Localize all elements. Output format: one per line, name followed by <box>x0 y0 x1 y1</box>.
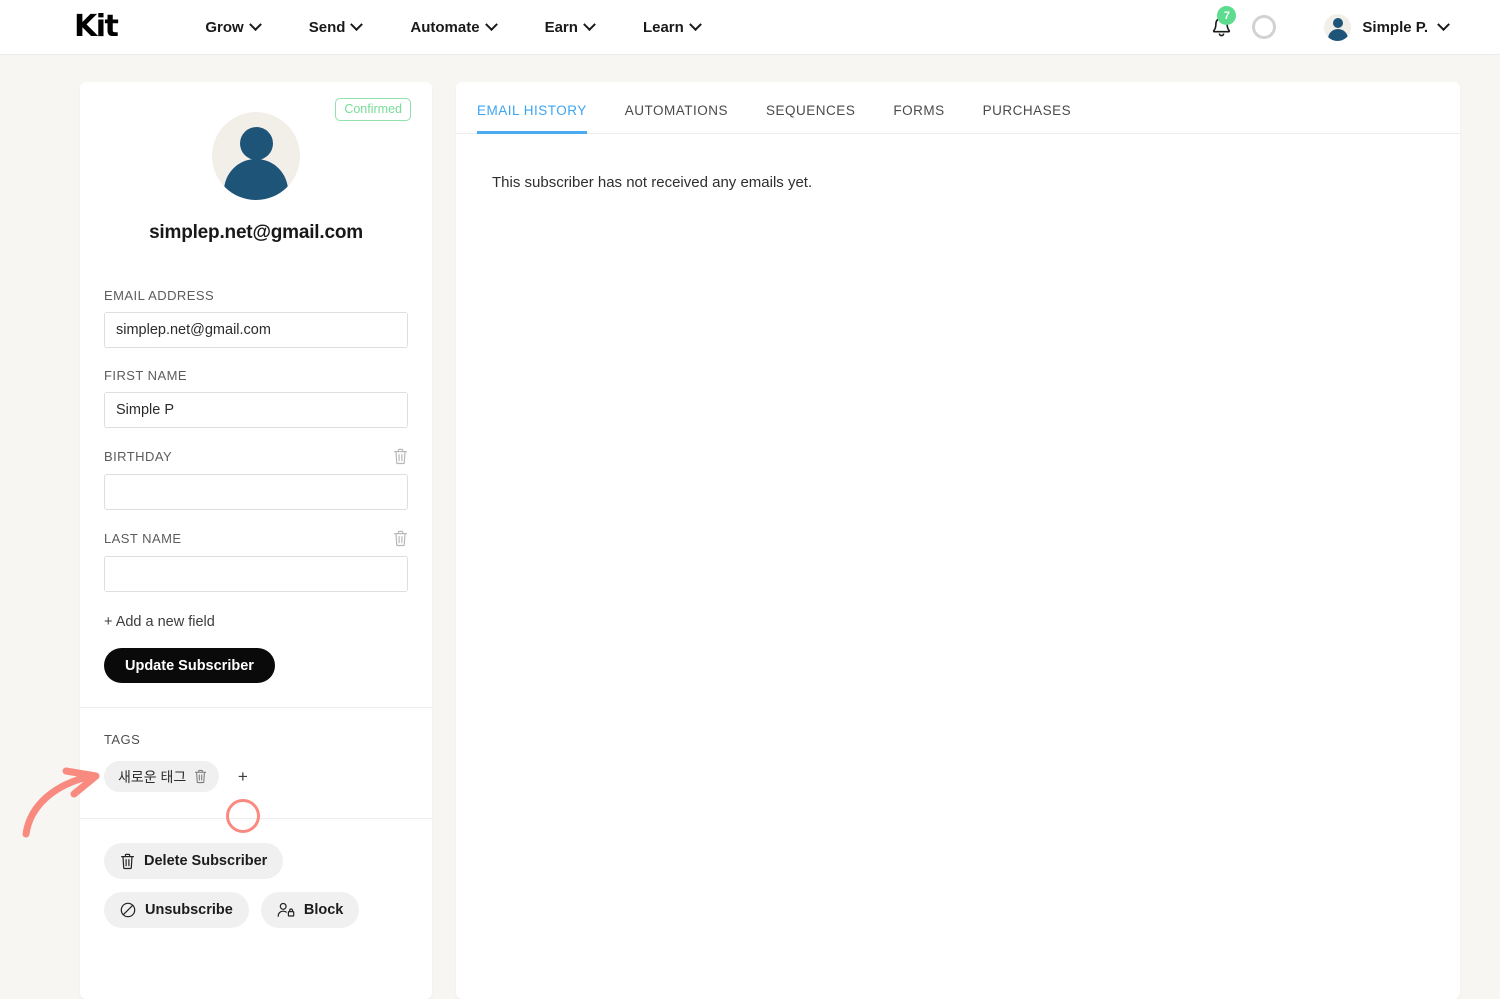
tab-purchases[interactable]: PURCHASES <box>983 103 1072 134</box>
tab-forms[interactable]: FORMS <box>893 103 944 134</box>
field-first-name: FIRST NAME <box>104 368 408 428</box>
action-label: Block <box>303 902 344 918</box>
field-email-address: EMAIL ADDRESS <box>104 288 408 348</box>
field-birthday: BIRTHDAY <box>104 448 408 510</box>
field-label-row: LAST NAME <box>104 530 408 547</box>
subscriber-detail-card: Confirmed simplep.net@gmail.com EMAIL AD… <box>80 82 432 999</box>
field-label: LAST NAME <box>104 531 182 546</box>
subscriber-fields-form: EMAIL ADDRESS FIRST NAME BIRTHDAY <box>80 252 432 707</box>
progress-ring-icon[interactable] <box>1252 15 1277 39</box>
delete-birthday-field-button[interactable] <box>393 448 408 465</box>
ban-icon <box>120 902 136 918</box>
tab-sequences[interactable]: SEQUENCES <box>766 103 855 134</box>
subscriber-avatar <box>212 112 300 200</box>
user-menu-label: Simple P. <box>1362 18 1428 36</box>
tab-email-history[interactable]: EMAIL HISTORY <box>477 103 587 134</box>
nav-item-label: Earn <box>544 18 578 36</box>
nav-item-earn[interactable]: Earn <box>544 17 596 36</box>
email-address-input[interactable] <box>104 312 408 348</box>
action-label: Delete Subscriber <box>144 853 268 869</box>
user-block-icon <box>277 902 295 917</box>
tags-section: TAGS 새로운 태그 + <box>80 708 432 818</box>
tag-label: 새로운 태그 <box>118 768 187 785</box>
main-menu: Grow Send Automate Earn Learn <box>205 17 702 36</box>
tag-item[interactable]: 새로운 태그 <box>104 761 220 792</box>
chevron-down-icon <box>248 17 262 31</box>
chevron-down-icon <box>484 17 498 31</box>
delete-last-name-field-button[interactable] <box>393 530 408 547</box>
field-label: BIRTHDAY <box>104 449 173 464</box>
last-name-input[interactable] <box>104 556 408 592</box>
empty-state-message: This subscriber has not received any ema… <box>492 174 813 191</box>
nav-item-grow[interactable]: Grow <box>205 17 262 36</box>
page-title: simplep.net@gmail.com <box>149 222 363 243</box>
avatar-body <box>224 159 288 200</box>
notification-badge: 7 <box>1217 6 1237 25</box>
nav-item-learn[interactable]: Learn <box>642 17 702 36</box>
trash-icon <box>394 530 407 547</box>
nav-item-label: Learn <box>642 18 684 36</box>
chevron-down-icon <box>583 17 596 31</box>
add-tag-button[interactable]: + <box>230 764 255 789</box>
subscriber-profile-section: Confirmed simplep.net@gmail.com <box>80 82 432 252</box>
unsubscribe-button[interactable]: Unsubscribe <box>104 892 249 928</box>
nav-item-send[interactable]: Send <box>308 17 364 36</box>
trash-icon <box>195 769 207 784</box>
field-label: FIRST NAME <box>104 368 187 383</box>
notifications-button[interactable]: 7 <box>1204 6 1238 44</box>
update-subscriber-button[interactable]: Update Subscriber <box>104 648 275 683</box>
subscriber-actions-section: Delete Subscriber Unsubscribe Block <box>80 819 432 961</box>
tags-list: 새로운 태그 + <box>104 761 408 792</box>
trash-icon <box>121 853 134 869</box>
trash-icon <box>394 448 407 465</box>
kit-logo[interactable]: Kit <box>74 12 119 42</box>
nav-item-label: Send <box>308 18 346 36</box>
first-name-input[interactable] <box>104 392 408 428</box>
user-menu[interactable]: Simple P. <box>1324 13 1450 41</box>
remove-tag-button[interactable] <box>194 769 207 784</box>
action-label: Unsubscribe <box>145 902 233 918</box>
top-navigation-bar: Kit Grow Send Automate Earn Learn 7 Simp… <box>0 0 1500 55</box>
field-label: EMAIL ADDRESS <box>104 288 215 303</box>
field-label-row: BIRTHDAY <box>104 448 408 465</box>
status-badge: Confirmed <box>335 98 411 121</box>
nav-item-label: Grow <box>205 18 244 36</box>
birthday-input[interactable] <box>104 474 408 510</box>
chevron-down-icon <box>350 17 364 31</box>
page-body: Confirmed simplep.net@gmail.com EMAIL AD… <box>0 55 1500 999</box>
block-button[interactable]: Block <box>260 892 360 928</box>
delete-subscriber-button[interactable]: Delete Subscriber <box>104 843 284 879</box>
subscriber-activity-card: EMAIL HISTORY AUTOMATIONS SEQUENCES FORM… <box>456 82 1460 999</box>
activity-tabs: EMAIL HISTORY AUTOMATIONS SEQUENCES FORM… <box>456 82 1460 134</box>
secondary-actions-row: Unsubscribe Block <box>104 892 408 941</box>
field-last-name: LAST NAME <box>104 530 408 592</box>
chevron-down-icon <box>1437 17 1450 31</box>
chevron-down-icon <box>688 17 702 31</box>
nav-item-automate[interactable]: Automate <box>410 17 498 36</box>
avatar-head <box>239 127 273 160</box>
tags-heading: TAGS <box>104 732 141 747</box>
add-new-field-link[interactable]: + Add a new field <box>104 614 215 630</box>
nav-item-label: Automate <box>410 18 480 36</box>
nav-right-cluster: 7 Simple P. <box>1204 6 1450 44</box>
avatar <box>1324 13 1352 41</box>
tab-automations[interactable]: AUTOMATIONS <box>625 103 728 134</box>
